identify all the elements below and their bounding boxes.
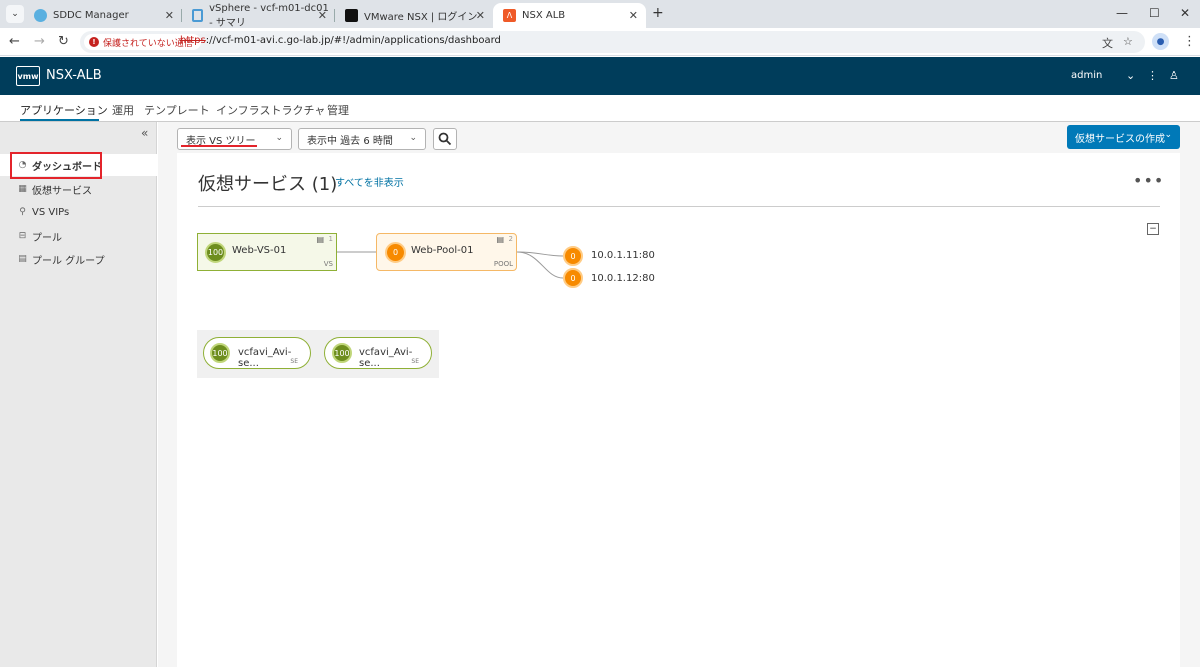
server-health-badge[interactable]: 0 <box>563 246 583 266</box>
server-ip[interactable]: 10.0.1.12:80 <box>591 273 655 284</box>
node-type-label: POOL <box>493 260 513 268</box>
health-score-badge: 100 <box>210 343 230 363</box>
health-score-badge: 0 <box>385 242 406 263</box>
server-health-badge[interactable]: 0 <box>563 268 583 288</box>
node-type-label: SE <box>411 358 419 365</box>
pool-count: 2 <box>508 235 513 243</box>
node-type-label: VS <box>323 260 333 268</box>
vs-name: Web-VS-01 <box>232 245 287 256</box>
node-type-label: SE <box>290 358 298 365</box>
se-name: vcfavi_Avi-se... <box>359 347 413 369</box>
vs-count: 1 <box>328 235 333 243</box>
health-score-badge: 100 <box>205 242 226 263</box>
se-name: vcfavi_Avi-se... <box>238 347 292 369</box>
health-score-badge: 100 <box>332 343 352 363</box>
tree-connectors <box>337 251 564 279</box>
server-ip[interactable]: 10.0.1.11:80 <box>591 250 655 261</box>
server-stack-icon: ▤ <box>496 235 504 244</box>
server-stack-icon: ▤ <box>316 235 324 244</box>
pool-name: Web-Pool-01 <box>411 245 474 256</box>
